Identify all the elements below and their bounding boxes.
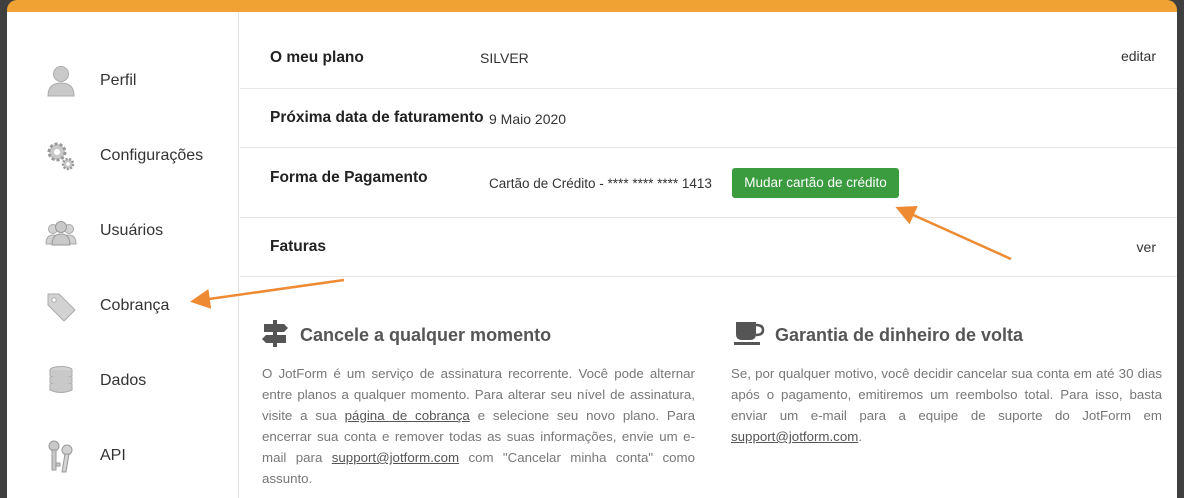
tag-icon xyxy=(47,293,76,322)
database-icon xyxy=(49,366,73,393)
sidebar-item-dados[interactable]: Dados xyxy=(7,354,238,414)
billing-date-label: Próxima data de faturamento xyxy=(270,109,484,126)
sidebar-item-label: API xyxy=(100,447,126,464)
sidebar-item-perfil[interactable]: Perfil xyxy=(7,54,238,114)
keys-icon xyxy=(48,440,73,473)
plan-row: O meu plano SILVER editar xyxy=(240,12,1177,89)
cancel-info-title: Cancele a qualquer momento xyxy=(300,325,552,345)
cancel-info-text: O JotForm é um serviço de assinatura rec… xyxy=(262,366,695,486)
sidebar-item-label: Configurações xyxy=(100,147,204,164)
change-card-button[interactable]: Mudar cartão de crédito xyxy=(732,168,899,198)
signpost-icon xyxy=(262,320,288,347)
support-email-link[interactable]: support@jotform.com xyxy=(731,429,858,444)
billing-panel: O meu plano SILVER editar Próxima data d… xyxy=(240,12,1177,498)
gears-icon xyxy=(47,142,75,171)
invoices-row: Faturas ver xyxy=(240,217,1177,277)
plan-value: SILVER xyxy=(480,50,529,66)
plan-label: O meu plano xyxy=(270,49,364,66)
sidebar-item-label: Usuários xyxy=(100,222,164,239)
invoices-label: Faturas xyxy=(270,238,326,255)
view-invoices-link[interactable]: ver xyxy=(1137,239,1156,255)
sidebar-item-label: Cobrança xyxy=(100,297,170,314)
payment-label: Forma de Pagamento xyxy=(270,169,428,186)
billing-date-value: 9 Maio 2020 xyxy=(489,111,567,127)
sidebar-item-api[interactable]: API xyxy=(7,429,238,489)
money-back-title: Garantia de dinheiro de volta xyxy=(775,325,1024,345)
app-window: Perfil Configurações Usuários Cobrança D… xyxy=(7,0,1177,498)
sidebar-item-configuracoes[interactable]: Configurações xyxy=(7,129,238,189)
edit-plan-link[interactable]: editar xyxy=(1121,48,1156,64)
payment-row: Forma de Pagamento Cartão de Crédito - *… xyxy=(240,147,1177,218)
users-icon xyxy=(45,221,77,246)
sidebar-item-usuarios[interactable]: Usuários xyxy=(7,204,238,264)
money-back-text: Se, por qualquer motivo, você decidir ca… xyxy=(731,366,1162,444)
coffee-cup-icon xyxy=(734,322,765,345)
card-number-text: Cartão de Crédito - **** **** **** 1413 xyxy=(489,176,712,191)
sidebar-item-cobranca[interactable]: Cobrança xyxy=(7,279,238,339)
sidebar-item-label: Perfil xyxy=(100,72,137,89)
user-icon xyxy=(47,66,75,97)
sidebar: Perfil Configurações Usuários Cobrança D… xyxy=(7,12,239,498)
billing-page-link[interactable]: página de cobrança xyxy=(345,408,470,423)
sidebar-item-label: Dados xyxy=(100,372,147,389)
support-email-link[interactable]: support@jotform.com xyxy=(332,450,459,465)
billing-date-row: Próxima data de faturamento 9 Maio 2020 xyxy=(240,88,1177,148)
